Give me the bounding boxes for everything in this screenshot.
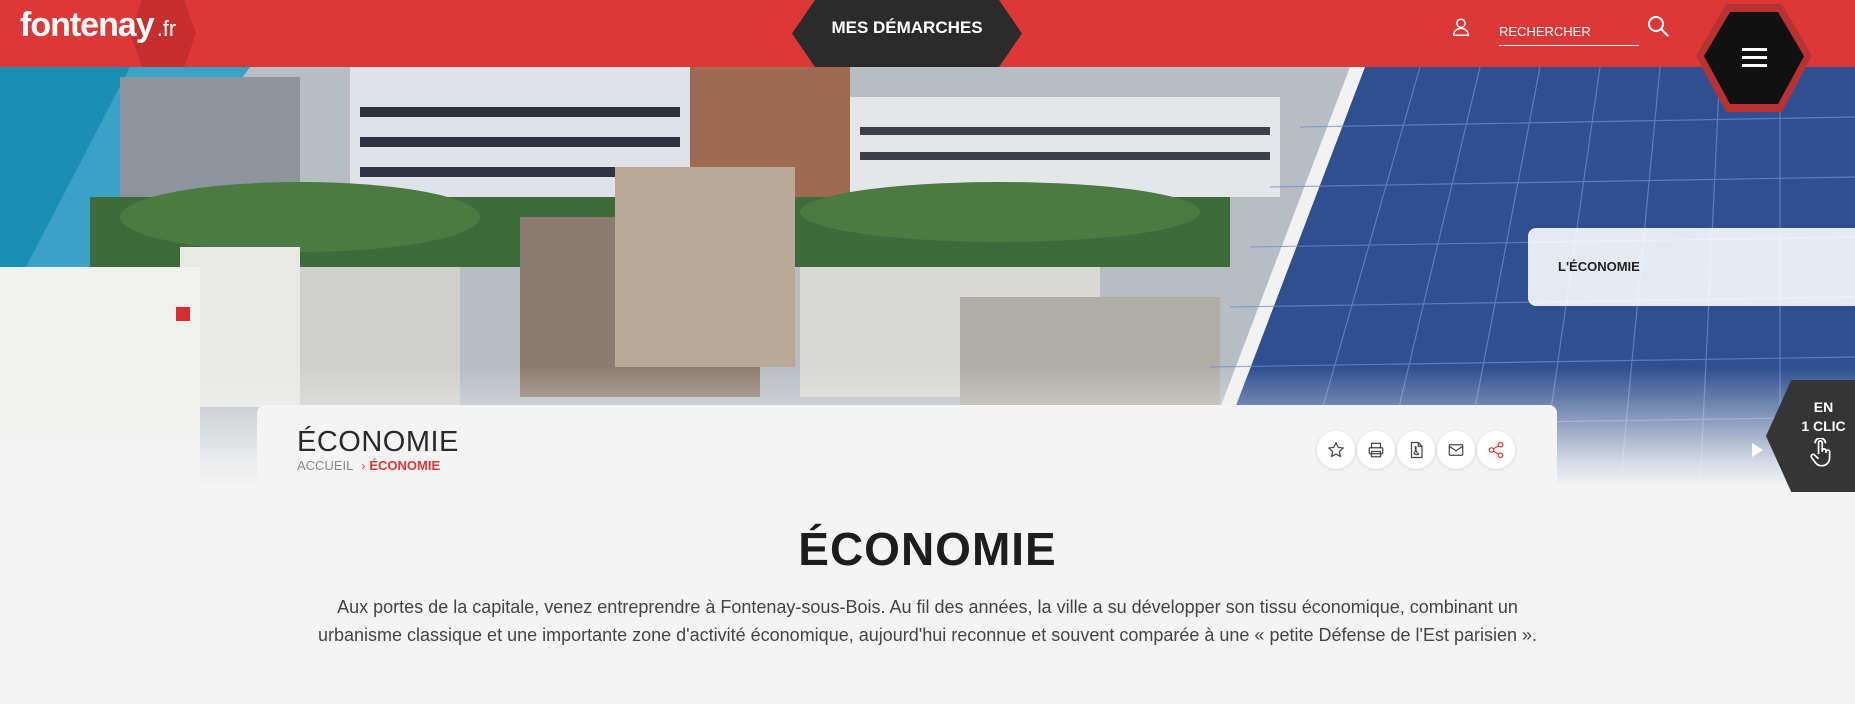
hamburger-icon xyxy=(1742,48,1767,68)
breadcrumb-current: ÉCONOMIE xyxy=(369,458,441,473)
logo-tld: .fr xyxy=(156,16,177,41)
mes-demarches-button[interactable]: MES DÉMARCHES xyxy=(792,0,1022,67)
mail-icon xyxy=(1448,444,1464,456)
share-button[interactable] xyxy=(1477,431,1515,469)
breadcrumb: ACCUEIL › ÉCONOMIE xyxy=(297,458,440,473)
page-header-band: ÉCONOMIE ACCUEIL › ÉCONOMIE xyxy=(257,405,1557,505)
en-un-clic-arrow-icon[interactable] xyxy=(1752,443,1763,457)
search-icon[interactable] xyxy=(1646,14,1670,38)
site-header: fontenay .fr MES DÉMARCHES xyxy=(0,0,1855,67)
logo-link[interactable]: fontenay .fr xyxy=(0,0,196,67)
breadcrumb-home-link[interactable]: ACCUEIL xyxy=(297,458,353,473)
pdf-button[interactable] xyxy=(1397,431,1435,469)
search-box xyxy=(1499,10,1639,46)
page-title: ÉCONOMIE xyxy=(297,426,459,458)
print-icon xyxy=(1368,442,1384,458)
intro-paragraph: Aux portes de la capitale, venez entrepr… xyxy=(317,597,1538,645)
star-icon xyxy=(1327,441,1345,458)
section-heading: ÉCONOMIE xyxy=(798,523,1057,575)
breadcrumb-separator: › xyxy=(361,459,366,473)
side-nav-card[interactable]: L'ÉCONOMIE xyxy=(1528,228,1855,306)
mail-button[interactable] xyxy=(1437,431,1475,469)
side-nav-label: L'ÉCONOMIE xyxy=(1558,259,1640,274)
print-button[interactable] xyxy=(1357,431,1395,469)
pointing-hand-icon xyxy=(1810,438,1831,467)
search-input[interactable] xyxy=(1499,10,1639,46)
en-un-clic-line2: 1 CLIC xyxy=(1801,418,1846,434)
site-logo: fontenay .fr xyxy=(20,6,176,45)
user-icon[interactable] xyxy=(1450,16,1472,38)
favorite-button[interactable] xyxy=(1317,431,1355,469)
logo-text: fontenay xyxy=(20,6,155,44)
pdf-icon xyxy=(1410,441,1423,459)
share-icon xyxy=(1488,441,1504,459)
